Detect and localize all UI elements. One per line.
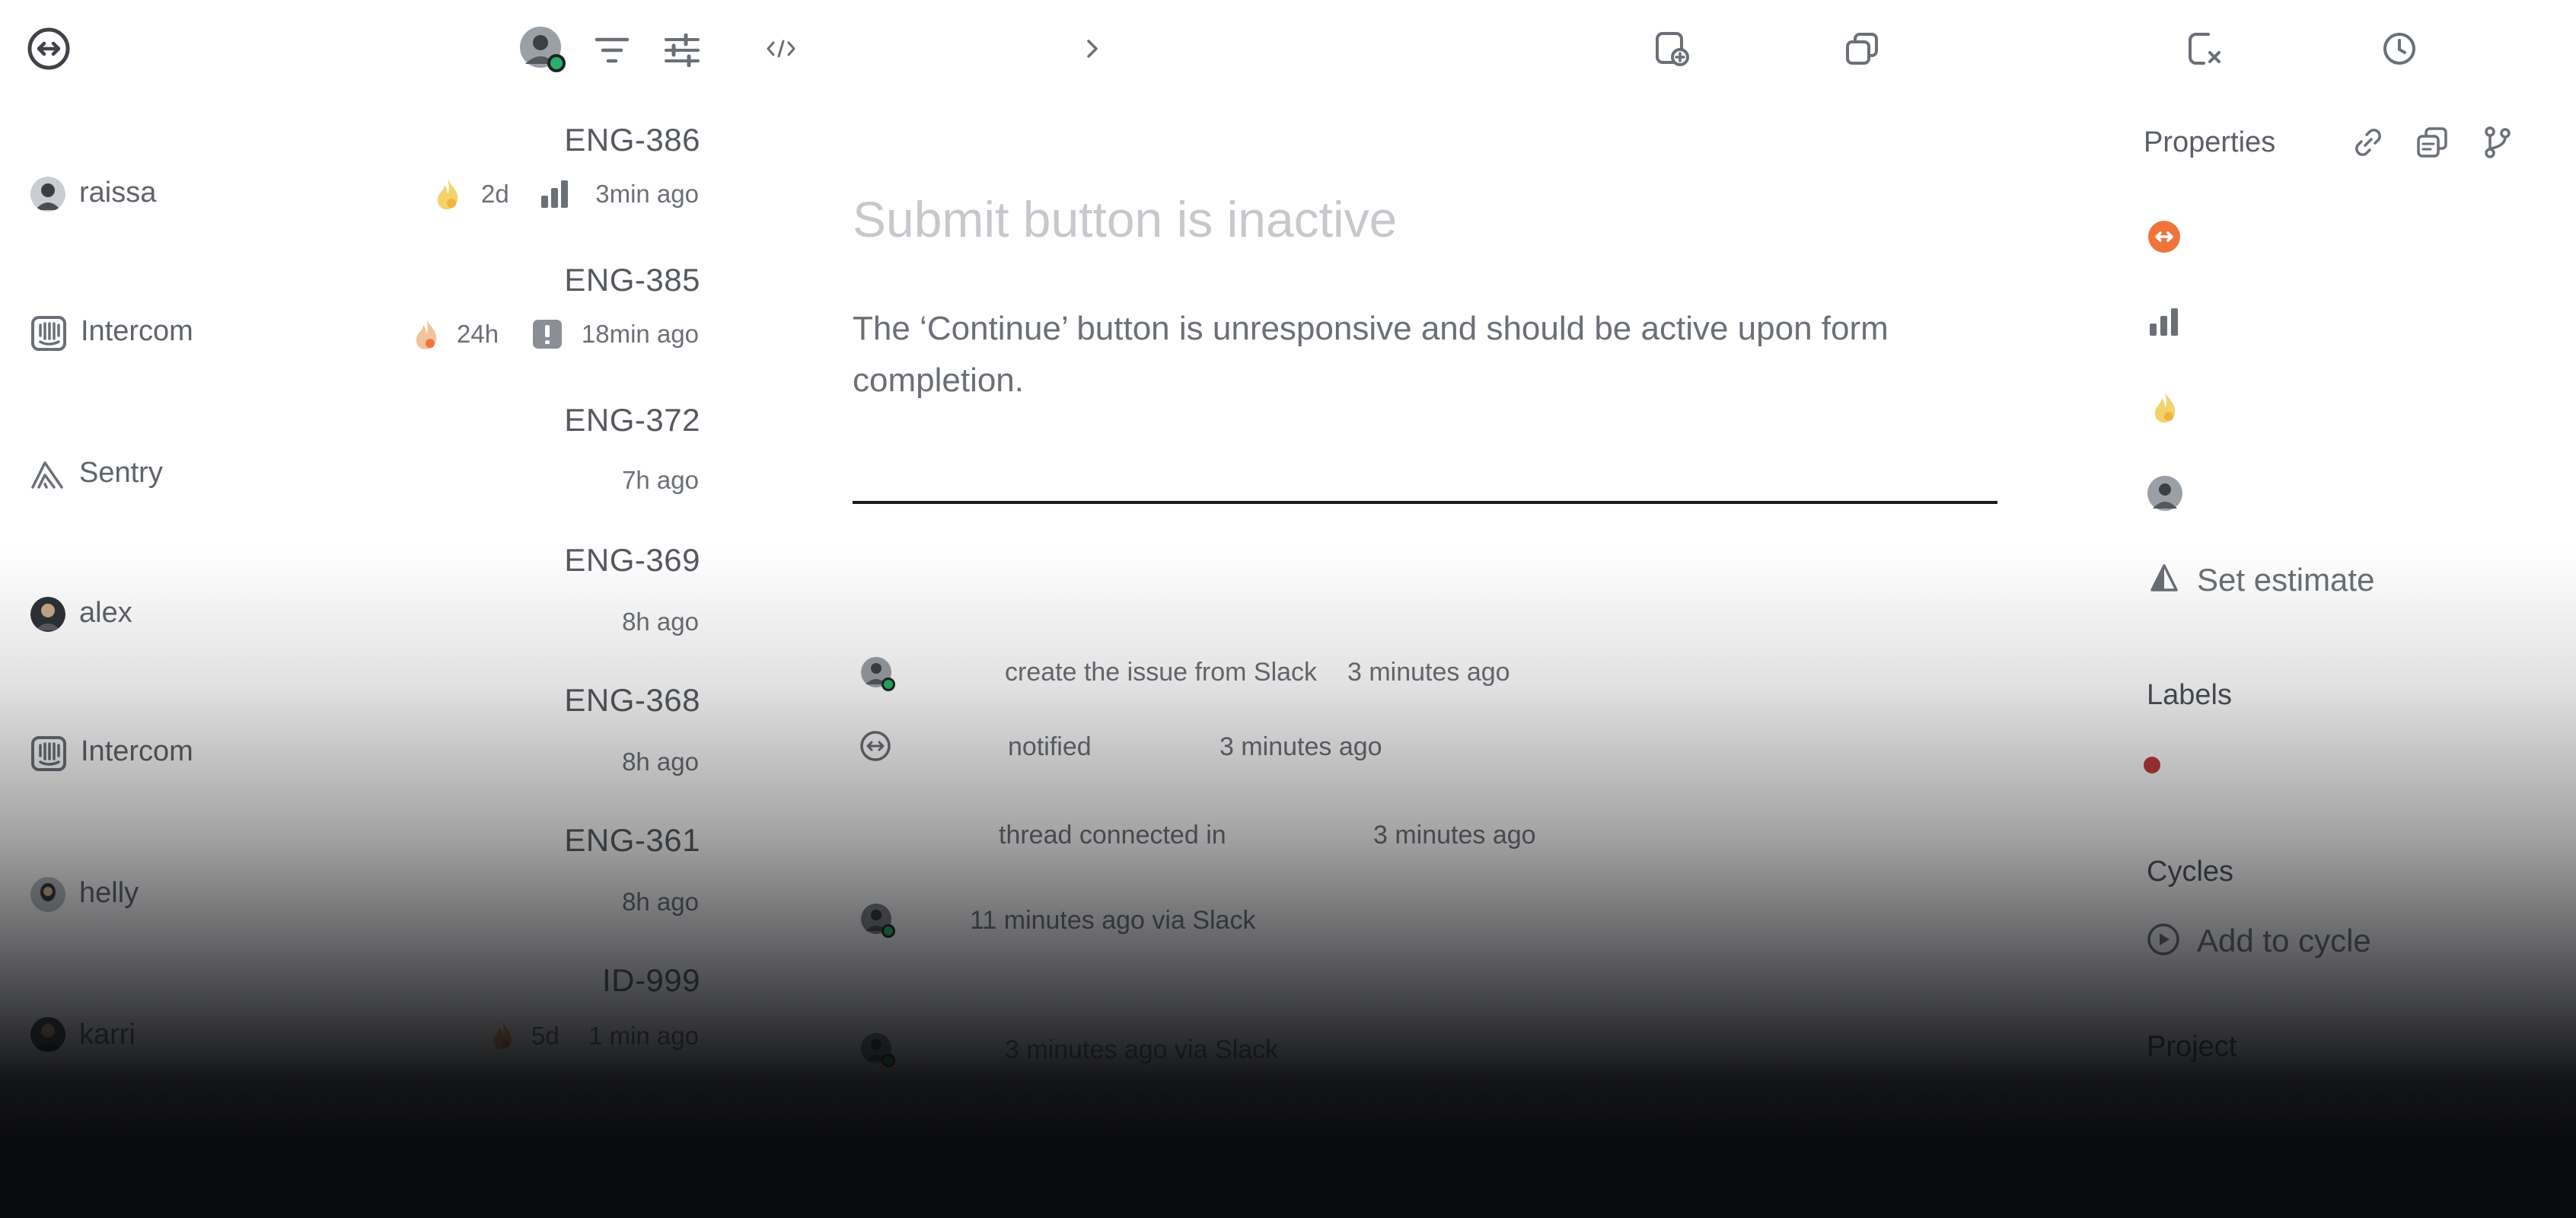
issue-id: ENG-385 (564, 262, 700, 298)
estimate: 24h (457, 320, 499, 348)
issue-source-name: Intercom (81, 735, 193, 767)
issue-source-name: helly (79, 877, 139, 909)
git-branch-icon[interactable] (2479, 123, 2517, 161)
cycle-play-icon (2145, 921, 2182, 958)
issue-id: ID-999 (601, 962, 700, 998)
labels-heading: Labels (2147, 679, 2232, 711)
issue-source-name: Intercom (81, 315, 193, 347)
issue-source-name: alex (79, 597, 132, 629)
flame-icon (487, 1019, 518, 1052)
issue-id: ENG-369 (564, 542, 700, 578)
cycles-heading: Cycles (2147, 856, 2234, 888)
issue-source-name: Sentry (79, 457, 163, 489)
intercom-icon (30, 315, 67, 352)
issue-source-name: karri (79, 1019, 135, 1051)
display-options-icon[interactable] (661, 29, 703, 72)
avatar (30, 597, 65, 632)
updated-time: 18min ago (581, 320, 699, 348)
activity-time: 3 minutes ago (1373, 821, 1536, 850)
add-to-cycle-button[interactable]: Add to cycle (2197, 923, 2371, 959)
history-icon[interactable] (2378, 27, 2421, 70)
issue-description[interactable]: The ‘Continue’ button is unresponsive an… (853, 303, 1918, 407)
activity-time: 3 minutes ago (1219, 732, 1382, 761)
activity-text: 11 minutes ago via Slack (970, 906, 1256, 935)
issue-id: ENG-361 (564, 822, 700, 858)
issue-source-name: raissa (79, 177, 157, 209)
close-issue-icon[interactable] (2183, 27, 2226, 70)
updated-time: 3min ago (595, 180, 699, 208)
new-subissue-icon[interactable] (1650, 27, 1693, 70)
intercom-icon (30, 735, 67, 772)
label-dot[interactable] (2144, 757, 2160, 773)
flame-icon (432, 177, 463, 212)
priority-bars-icon (539, 178, 571, 210)
copy-link-icon[interactable] (2349, 123, 2387, 161)
flame-icon (411, 317, 442, 352)
status-icon[interactable] (2145, 218, 2183, 256)
issue-id: ENG-372 (564, 402, 700, 438)
code-icon[interactable] (764, 35, 798, 62)
urgent-priority-icon (531, 318, 563, 350)
activity-text: create the issue from Slack (1005, 658, 1318, 687)
properties-heading: Properties (2144, 126, 2276, 158)
user-avatar-icon (859, 1031, 897, 1069)
user-avatar-icon (859, 901, 897, 939)
updated-time: 8h ago (622, 888, 699, 916)
user-avatar-icon (859, 655, 897, 693)
editor-divider (853, 501, 1997, 504)
filter-icon[interactable] (591, 29, 633, 72)
activity-text: notified (1008, 732, 1092, 761)
activity-text: thread connected in (999, 821, 1226, 850)
current-user-avatar[interactable] (519, 26, 566, 73)
copy-id-icon[interactable] (2413, 123, 2451, 161)
issue-title[interactable]: Submit button is inactive (853, 190, 1397, 248)
updated-time: 8h ago (622, 748, 699, 776)
app-logo-icon[interactable] (26, 26, 72, 72)
flame-icon[interactable] (2148, 388, 2182, 426)
set-estimate-button[interactable]: Set estimate (2197, 562, 2374, 598)
avatar (30, 877, 65, 912)
priority-bars-icon[interactable] (2147, 304, 2182, 340)
issue-id: ENG-386 (564, 122, 700, 158)
avatar (30, 177, 65, 212)
activity-time: 3 minutes ago (1347, 658, 1510, 687)
estimate: 2d (481, 180, 509, 208)
estimate: 5d (531, 1022, 560, 1050)
assignee-avatar[interactable] (2145, 473, 2185, 513)
activity-text: 3 minutes ago via Slack (1005, 1035, 1279, 1064)
duplicate-icon[interactable] (1841, 27, 1883, 70)
updated-time: 7h ago (622, 466, 699, 494)
project-heading: Project (2147, 1031, 2237, 1063)
linear-bot-icon (859, 729, 892, 763)
updated-time: 8h ago (622, 607, 699, 636)
avatar (30, 1017, 65, 1052)
chevron-right-icon[interactable] (1081, 35, 1104, 62)
estimate-icon (2147, 560, 2182, 595)
sentry-icon (29, 457, 67, 492)
issue-id: ENG-368 (564, 682, 700, 718)
updated-time: 1 min ago (588, 1022, 699, 1050)
